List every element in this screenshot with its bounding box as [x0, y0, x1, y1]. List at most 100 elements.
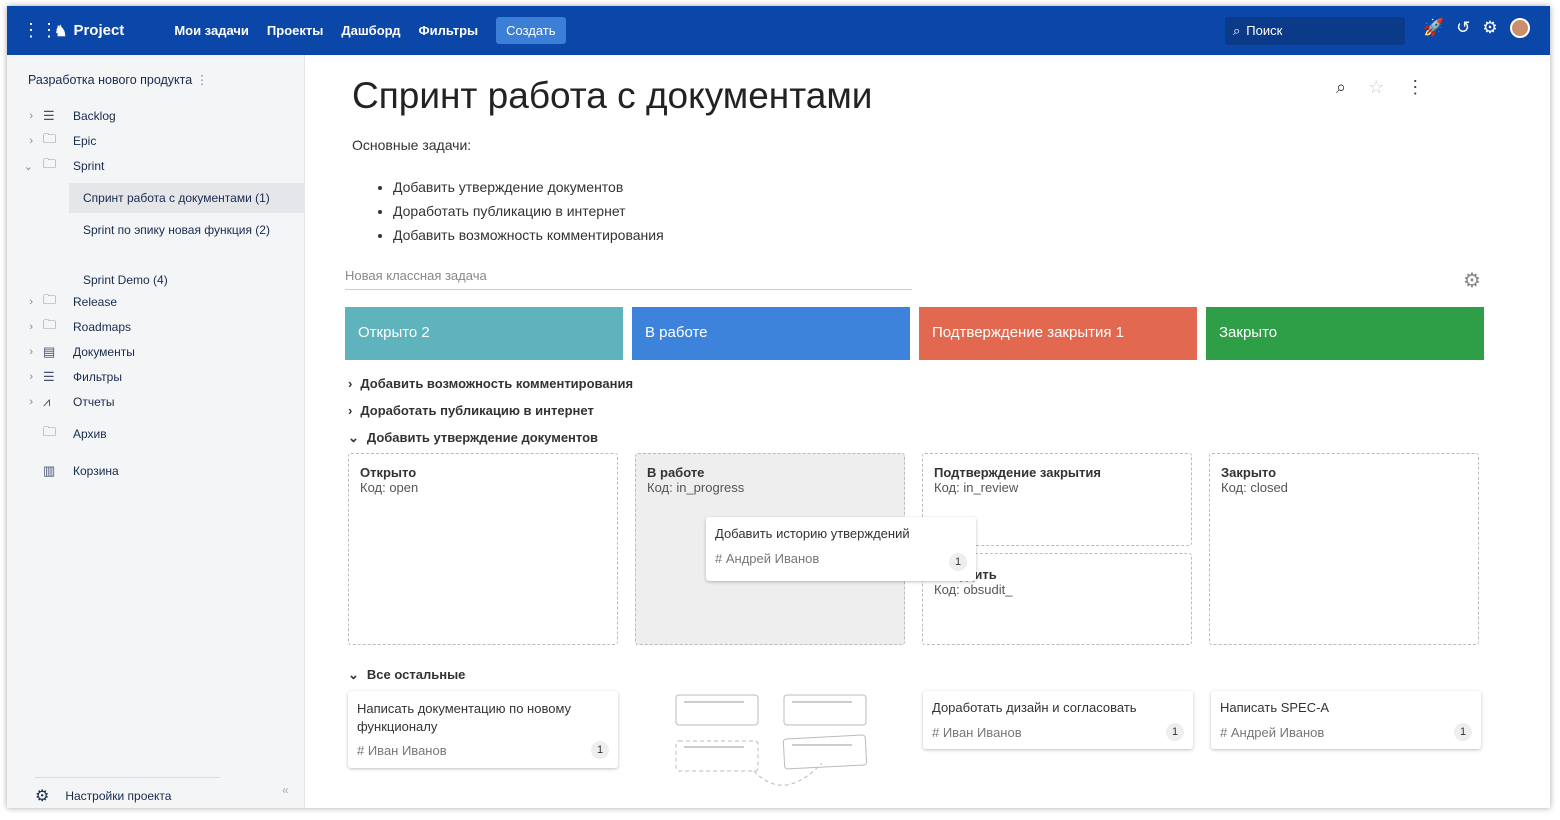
list-item: Доработать публикацию в интернет [393, 199, 664, 223]
chevron-right-icon[interactable]: › [13, 296, 33, 308]
folder-icon: 🗀 [43, 423, 59, 445]
column-header-closed[interactable]: Закрыто [1206, 307, 1484, 360]
folder-icon: 🗀 [43, 130, 59, 152]
status-code: Код: obsudit_ [934, 582, 1180, 597]
sidebar-item-epic[interactable]: › 🗀 Epic [7, 130, 96, 152]
more-icon[interactable]: ⋮ [196, 73, 209, 87]
nav-filters[interactable]: Фильтры [419, 23, 479, 38]
search-icon: ⌕ [1233, 23, 1240, 39]
more-icon[interactable]: ⋮ [1406, 77, 1424, 98]
dragged-task-card[interactable]: Добавить историю утверждений # Андрей Ив… [706, 517, 976, 581]
columns-icon: ▥ [43, 463, 59, 479]
description-intro: Основные задачи: [352, 137, 471, 153]
chevron-right-icon: › [348, 376, 352, 391]
folder-icon: 🗀 [43, 291, 59, 313]
card-title: Написать документацию по новому функцион… [357, 700, 609, 736]
chevron-down-icon: ⌄ [348, 667, 359, 683]
list-item: Добавить возможность комментирования [393, 223, 664, 247]
label: Epic [73, 134, 96, 148]
status-dropzone[interactable]: ЗакрытоКод: closed [1209, 453, 1479, 645]
sidebar-item-filters[interactable]: ›☰Фильтры [7, 366, 122, 388]
label: Roadmaps [73, 320, 131, 334]
status-code: Код: in_progress [647, 480, 893, 495]
chevron-right-icon[interactable]: › [13, 346, 33, 358]
chevron-right-icon[interactable]: › [13, 371, 33, 383]
card-assignee: # Иван Иванов [932, 725, 1184, 740]
search-input[interactable]: ⌕Поиск [1225, 17, 1405, 45]
apps-grid-icon[interactable]: ⋮⋮ [22, 20, 38, 41]
column-header-open[interactable]: Открыто 2 [345, 307, 623, 360]
avatar[interactable] [1510, 18, 1530, 38]
logo[interactable]: ♞Project [54, 22, 124, 40]
chevron-right-icon[interactable]: › [13, 321, 33, 333]
card-assignee: # Андрей Иванов [1220, 725, 1472, 740]
sprint-item[interactable]: Sprint по эпику новая функция (2) [69, 215, 305, 245]
status-code: Код: closed [1221, 480, 1467, 495]
task-card[interactable]: Доработать дизайн и согласовать # Иван И… [923, 691, 1193, 749]
status-name: Подтверждение закрытия [934, 465, 1101, 480]
group-toggle[interactable]: ›Добавить возможность комментирования [348, 376, 633, 391]
top-bar: ⋮⋮ ♞Project Мои задачи Проекты Дашборд Ф… [7, 6, 1550, 55]
nav-my-tasks[interactable]: Мои задачи [174, 23, 249, 38]
group-toggle[interactable]: ›Доработать публикацию в интернет [348, 403, 594, 418]
task-card[interactable]: Написать SPEC-A # Андрей Иванов 1 [1211, 691, 1481, 749]
column-header-in-progress[interactable]: В работе [632, 307, 910, 360]
group-toggle[interactable]: ⌄ Все остальные [348, 667, 465, 683]
nav-dashboard[interactable]: Дашборд [341, 23, 400, 38]
column-header-review[interactable]: Подтверждение закрытия 1 [919, 307, 1197, 360]
sidebar-item-documents[interactable]: ›▤Документы [7, 341, 135, 363]
status-dropzone[interactable]: ОткрытоКод: open [348, 453, 618, 645]
group-toggle[interactable]: ⌄ Добавить утверждение документов [348, 430, 598, 446]
create-button[interactable]: Создать [496, 17, 565, 44]
status-name: В работе [647, 465, 704, 480]
history-icon[interactable]: ↺ [1456, 18, 1470, 38]
status-code: Код: in_review [934, 480, 1180, 495]
list-icon: ☰ [43, 108, 59, 124]
rocket-icon[interactable]: 🚀 [1423, 18, 1444, 38]
sidebar-item-roadmaps[interactable]: ›🗀Roadmaps [7, 316, 131, 338]
sidebar-item-sprint[interactable]: ⌄🗀Sprint [7, 155, 104, 177]
star-icon[interactable]: ☆ [1368, 77, 1384, 98]
empty-state-illustration [674, 693, 874, 793]
group-label: Все остальные [367, 667, 466, 683]
sidebar: Разработка нового продукта ⋮ › ☰ Backlog ›… [7, 55, 305, 808]
card-count-badge: 1 [949, 553, 967, 571]
nav-projects[interactable]: Проекты [267, 23, 323, 38]
sidebar-item-reports[interactable]: › ⩘ Отчеты [7, 391, 114, 413]
search-icon[interactable]: ⌕ [1336, 77, 1346, 98]
sidebar-item-trash[interactable]: ▥Корзина [7, 460, 119, 482]
sidebar-item-backlog[interactable]: › ☰ Backlog [7, 105, 116, 127]
label: Отчеты [73, 395, 114, 409]
label: Фильтры [73, 370, 122, 384]
chart-icon: ⩘ [43, 394, 59, 410]
project-name: Разработка нового продукта [28, 73, 192, 87]
label: Release [73, 295, 117, 309]
chevron-down-icon: ⌄ [348, 430, 359, 446]
card-title: Добавить историю утверждений [715, 526, 967, 541]
chevron-right-icon[interactable]: › [13, 110, 33, 122]
group-label: Добавить утверждение документов [367, 430, 598, 446]
gear-icon[interactable]: ⚙ [1482, 18, 1497, 38]
task-card[interactable]: Написать документацию по новому функцион… [348, 691, 618, 768]
sidebar-item-release[interactable]: › 🗀 Release [7, 291, 117, 313]
chevron-down-icon[interactable]: ⌄ [13, 160, 33, 173]
status-name: Открыто [360, 465, 416, 480]
card-count-badge: 1 [1166, 723, 1184, 741]
app-window: ⋮⋮ ♞Project Мои задачи Проекты Дашборд Ф… [7, 6, 1550, 808]
label: Архив [73, 427, 107, 441]
card-assignee: # Андрей Иванов [715, 551, 967, 566]
project-title[interactable]: Разработка нового продукта ⋮ [28, 72, 208, 87]
chevron-right-icon: › [348, 403, 352, 418]
chevron-right-icon[interactable]: › [13, 396, 33, 408]
label: Документы [73, 345, 135, 359]
label: Backlog [73, 109, 116, 123]
board-settings-gear-icon[interactable]: ⚙ [1463, 268, 1481, 293]
project-settings[interactable]: ⚙Настройки проекта [35, 777, 220, 806]
sidebar-item-archive[interactable]: 🗀 Архив [7, 423, 107, 445]
card-count-badge: 1 [1454, 723, 1472, 741]
card-title: Доработать дизайн и согласовать [932, 700, 1184, 715]
sprint-item[interactable]: Спринт работа с документами (1) [69, 183, 305, 213]
chevron-right-icon[interactable]: › [13, 135, 33, 147]
new-task-input[interactable]: Новая классная задача [345, 268, 912, 290]
collapse-sidebar-icon[interactable]: « [282, 783, 289, 797]
